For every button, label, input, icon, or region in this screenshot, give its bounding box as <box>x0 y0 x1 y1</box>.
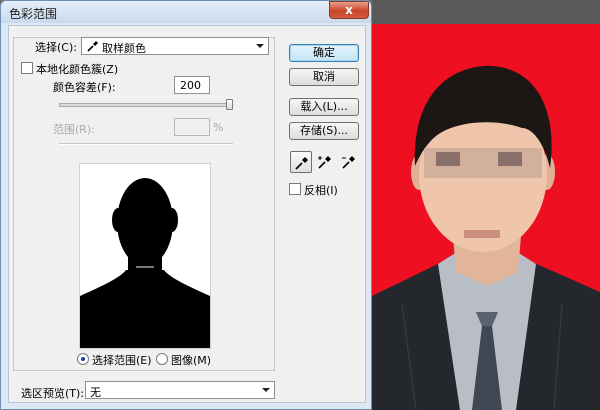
select-label: 选择(C): <box>35 41 77 54</box>
eyedropper-subtract-tool[interactable] <box>338 151 360 173</box>
load-button[interactable]: 载入(L)... <box>289 98 359 116</box>
fuzziness-slider-track[interactable] <box>59 103 233 107</box>
radio-selection-label: 选择范围(E) <box>92 354 152 367</box>
select-dropdown[interactable]: 取样颜色 <box>81 37 269 55</box>
range-slider-track <box>59 143 233 145</box>
eyedropper-icon <box>295 157 308 170</box>
canvas-top-strip <box>372 0 600 24</box>
cancel-button[interactable]: 取消 <box>289 68 359 86</box>
radio-image[interactable] <box>156 353 168 365</box>
localized-clusters-checkbox[interactable] <box>21 62 33 74</box>
eyedropper-minus-icon <box>342 156 355 169</box>
localized-clusters-label: 本地化颜色簇(Z) <box>36 63 119 76</box>
close-button[interactable]: x <box>329 1 369 19</box>
eyedropper-tool[interactable] <box>290 151 312 173</box>
fuzziness-input[interactable]: 200 <box>174 76 210 94</box>
selection-preview-image[interactable] <box>79 163 211 349</box>
title-bar[interactable]: 色彩范围 x <box>1 1 371 23</box>
selection-preview-value: 无 <box>90 386 101 399</box>
selection-preview-dropdown[interactable]: 无 <box>85 381 275 399</box>
color-range-dialog: 色彩范围 x 选择(C): 取样颜色 本地化颜色簇(Z) 颜色容差(F): 20… <box>0 0 372 410</box>
chevron-down-icon <box>262 388 270 392</box>
eyedropper-plus-icon <box>318 156 331 169</box>
save-button[interactable]: 存储(S)... <box>289 122 359 140</box>
invert-checkbox[interactable] <box>289 183 301 195</box>
chevron-down-icon <box>256 44 264 48</box>
range-input[interactable] <box>174 118 210 136</box>
portrait-photo[interactable] <box>372 24 600 410</box>
radio-selection[interactable] <box>77 353 89 365</box>
close-icon: x <box>345 3 353 17</box>
fuzziness-value: 200 <box>180 79 201 92</box>
select-value: 取样颜色 <box>102 42 146 55</box>
eyedropper-icon <box>87 41 98 52</box>
range-unit: % <box>213 121 224 134</box>
eyedropper-add-tool[interactable] <box>314 151 336 173</box>
selection-preview-label: 选区预览(T): <box>21 387 85 400</box>
fuzziness-label: 颜色容差(F): <box>53 81 116 94</box>
fuzziness-slider-thumb[interactable] <box>226 99 233 110</box>
radio-image-label: 图像(M) <box>171 354 212 367</box>
dialog-title: 色彩范围 <box>9 7 58 21</box>
range-label: 范围(R): <box>53 123 95 136</box>
invert-label: 反相(I) <box>304 184 338 197</box>
ok-button[interactable]: 确定 <box>289 44 359 62</box>
